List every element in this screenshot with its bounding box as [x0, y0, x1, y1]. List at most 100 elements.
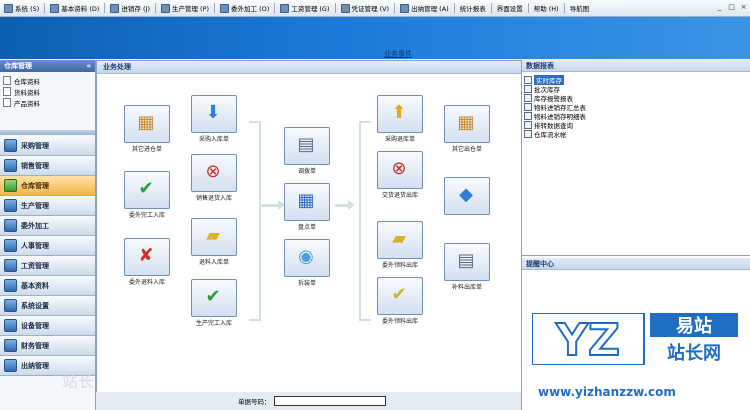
- box-icon: ▦: [444, 105, 490, 143]
- report-icon: [524, 102, 532, 111]
- watermark-left: 站长: [62, 372, 95, 391]
- menu-separator: [490, 3, 492, 13]
- menu-system[interactable]: 系统 (S): [0, 0, 43, 16]
- report-item-ledger[interactable]: 仓库流水帐: [522, 129, 750, 139]
- module-menu: 采购管理 销售管理 仓库管理 生产管理 委外加工 人事管理 工资管理 基本资料 …: [0, 136, 95, 376]
- module-finance[interactable]: 财务管理: [0, 336, 95, 356]
- flow-stocktake[interactable]: ▦ 盘点单: [281, 183, 333, 231]
- doc-number-label: 单据号码：: [238, 398, 271, 406]
- banner-title[interactable]: 业务事件: [384, 49, 412, 59]
- flow-supplement-outbound[interactable]: ▤ 补料出库单: [439, 243, 495, 291]
- module-payroll[interactable]: 工资管理: [0, 256, 95, 276]
- flow-other-outbound[interactable]: ▦ 其它出仓单: [439, 105, 495, 153]
- flow-outsource-complete-inbound[interactable]: ✔ 委外完工入库: [117, 171, 177, 219]
- restore-icon[interactable]: □: [727, 3, 736, 12]
- tree-item-product[interactable]: 产品资料: [0, 97, 95, 108]
- flow-bracket-left: [249, 121, 261, 321]
- watermark-logo: YZ 易站 站长网: [532, 313, 738, 365]
- business-panel-header: 业务处理: [97, 61, 521, 74]
- box-open-icon: ✔: [377, 277, 423, 315]
- people-icon: [4, 239, 17, 252]
- flow-production-complete-inbound[interactable]: ✔ 生产完工入库: [181, 279, 247, 327]
- menu-outsourcing[interactable]: 委外加工 (O): [216, 0, 273, 16]
- basic-data-icon: [4, 279, 17, 292]
- module-sales[interactable]: 销售管理: [0, 156, 95, 176]
- menu-separator: [214, 3, 216, 13]
- menu-voucher[interactable]: 凭证管理 (V): [337, 0, 394, 16]
- flow-purchase-return-outbound[interactable]: ⬆ 采购退库单: [369, 95, 431, 143]
- watermark-logo-top: 易站: [676, 315, 712, 337]
- module-outsourcing[interactable]: 委外加工: [0, 216, 95, 236]
- flow-material-return-inbound[interactable]: ▰ 退料入库单: [183, 218, 245, 266]
- flow-outsource-issue-outbound[interactable]: ▰ 委外领料出库: [369, 221, 431, 269]
- system-icon: [4, 3, 13, 13]
- return-icon: ⊗: [191, 154, 237, 192]
- module-production[interactable]: 生产管理: [0, 196, 95, 216]
- calculator-icon: ▦: [284, 183, 330, 221]
- menu-basic-data[interactable]: 基本资料 (D): [46, 0, 103, 16]
- module-warehouse[interactable]: 仓库管理: [0, 176, 95, 196]
- report-icon: [524, 129, 532, 138]
- menu-production[interactable]: 生产管理 (P): [157, 0, 213, 16]
- reports-list: 实时库存 批次库存 库存报警报表 物料进销存汇总表 物料进销存明细表 排转数据查…: [522, 72, 750, 255]
- report-icon: [524, 120, 532, 129]
- minimize-icon[interactable]: _: [715, 3, 724, 12]
- document-icon: ▤: [444, 243, 490, 281]
- module-basic-data[interactable]: 基本资料: [0, 276, 95, 296]
- folder-icon: ▰: [377, 221, 423, 259]
- window-controls: _ □ ×: [715, 3, 748, 12]
- module-hr[interactable]: 人事管理: [0, 236, 95, 256]
- flow-sales-return-inbound[interactable]: ⊗ 销售退货入库: [183, 154, 245, 202]
- cashier-icon: [4, 359, 17, 372]
- module-purchase[interactable]: 采购管理: [0, 136, 95, 156]
- left-panel-header: 仓库管理 «: [0, 60, 95, 72]
- warehouse-icon: [4, 179, 17, 192]
- tree-item-material[interactable]: 货料资料: [0, 86, 95, 97]
- folder-icon: ▰: [191, 218, 237, 256]
- module-system-settings[interactable]: 系统设置: [0, 296, 95, 316]
- splitter-handle[interactable]: [0, 130, 95, 135]
- document-icon: [3, 98, 11, 107]
- document-icon: [3, 76, 11, 85]
- menu-navigation[interactable]: 导航图: [566, 0, 594, 16]
- business-panel: 业务处理 ▦ 其它进仓单 ✔ 委外完工入库 ✘ 委外退料入库 ⬇ 采购入库单 ⊗…: [96, 60, 522, 393]
- checkmark-icon: ✔: [191, 279, 237, 317]
- report-icon: [524, 93, 532, 102]
- menu-help[interactable]: 帮助 (H): [530, 0, 563, 16]
- close-icon[interactable]: ×: [739, 3, 748, 12]
- menu-separator: [334, 3, 336, 13]
- module-equipment[interactable]: 设备管理: [0, 316, 95, 336]
- flow-transfer[interactable]: ▤ 调拨单: [281, 127, 333, 175]
- equipment-icon: [4, 319, 17, 332]
- menu-bar: 系统 (S) 基本资料 (D) 进销存 (J) 生产管理 (P) 委外加工 (O…: [0, 0, 750, 17]
- flow-outsource-return-inbound[interactable]: ✘ 委外退料入库: [117, 238, 177, 286]
- menu-separator: [453, 3, 455, 13]
- menu-separator: [44, 3, 46, 13]
- flow-outsource-issue-outbound-2[interactable]: ✔ 委外领料出库: [369, 277, 431, 325]
- outsourcing-icon: [4, 219, 17, 232]
- reports-title: 数据报表: [526, 61, 554, 70]
- menu-payroll[interactable]: 工资管理 (G): [276, 0, 333, 16]
- cross-icon: ✘: [124, 238, 170, 276]
- return-icon: ⊗: [377, 151, 423, 189]
- tree-item-warehouse[interactable]: 仓库资料: [0, 75, 95, 86]
- flow-other-inbound[interactable]: ▦ 其它进仓单: [119, 105, 175, 153]
- payroll-icon: [4, 259, 17, 272]
- flow-purchase-inbound[interactable]: ⬇ 采购入库单: [183, 95, 245, 143]
- document-icon: ▤: [284, 127, 330, 165]
- menu-reports[interactable]: 统计报表: [456, 0, 490, 16]
- doc-number-field[interactable]: [273, 396, 386, 406]
- arrow-down-icon: ⬇: [191, 95, 237, 133]
- menu-ui-settings[interactable]: 界面设置: [493, 0, 527, 16]
- production-icon: [4, 199, 17, 212]
- outsourcing-icon: [220, 3, 230, 13]
- business-panel-title: 业务处理: [103, 63, 131, 71]
- inventory-icon: [110, 3, 120, 13]
- flow-assembly[interactable]: ◉ 拆装单: [281, 239, 333, 287]
- collapse-icon[interactable]: «: [86, 62, 91, 70]
- flow-delivery-return-outbound[interactable]: ⊗ 交货退货出库: [369, 151, 431, 199]
- warehouse-tree: 仓库资料 货料资料 产品资料: [0, 72, 95, 108]
- menu-inventory[interactable]: 进销存 (J): [106, 0, 154, 16]
- flow-return-arrow[interactable]: ◆: [439, 177, 495, 215]
- menu-cashier[interactable]: 出纳管理 (A): [396, 0, 453, 16]
